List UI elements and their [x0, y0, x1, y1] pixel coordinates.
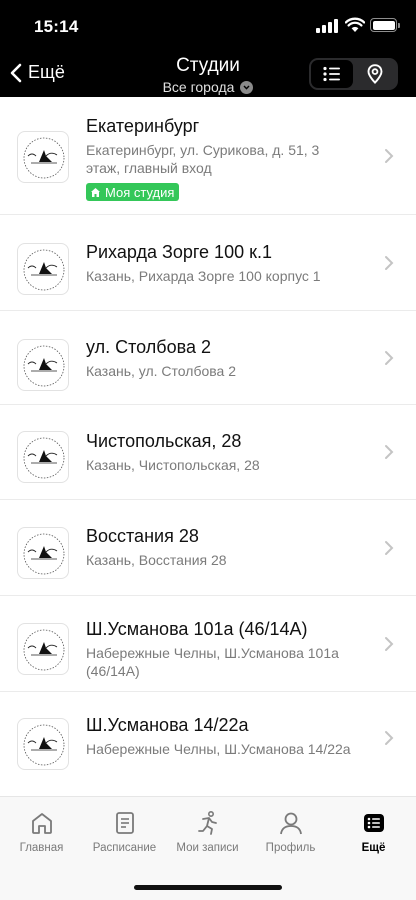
map-pin-icon: [367, 64, 383, 84]
studio-name: Ш.Усманова 101а (46/14А): [86, 619, 308, 639]
page-title: Студии: [176, 55, 240, 76]
studio-logo: [17, 243, 69, 295]
home-indicator: [134, 885, 282, 890]
studio-name: Ш.Усманова 14/22а: [86, 715, 249, 735]
tab-profile[interactable]: Профиль: [249, 809, 332, 854]
city-filter-label: Все города: [162, 79, 235, 95]
top-bar: 15:14 Ещё Студии Все города: [0, 0, 416, 97]
studio-info: Рихарда Зорге 100 к.1 Казань, Рихарда Зо…: [86, 241, 376, 285]
tab-label: Ещё: [361, 842, 386, 854]
tab-more[interactable]: Ещё: [332, 809, 415, 854]
studio-row[interactable]: Ш.Усманова 101а (46/14А) Набережные Челн…: [0, 596, 416, 692]
studio-name: ул. Столбова 2: [86, 337, 211, 357]
status-bar: 15:14: [0, 0, 416, 50]
schedule-icon: [115, 812, 134, 834]
list-view-button[interactable]: [311, 60, 353, 88]
list-icon: [323, 66, 340, 82]
studio-address: Екатеринбург, ул. Сурикова, д. 51, 3 этаж…: [86, 142, 320, 176]
studio-info: Ш.Усманова 101а (46/14А) Набережные Челн…: [86, 618, 376, 680]
tab-home[interactable]: Главная: [0, 809, 83, 854]
home-icon: [91, 187, 100, 197]
chevron-right-icon: [385, 351, 394, 365]
tab-my-bookings[interactable]: Мои записи: [166, 809, 249, 854]
tab-label: Мои записи: [176, 842, 239, 854]
title-block: Студии Все города: [108, 55, 308, 97]
view-mode-switch: [309, 58, 398, 90]
studio-address: Казань, Рихарда Зорге 100 корпус 1: [86, 268, 321, 284]
studio-name: Восстания 28: [86, 526, 199, 546]
studio-list: Екатеринбург Екатеринбург, ул. Сурикова,…: [0, 97, 416, 796]
studio-address: Казань, Чистопольская, 28: [86, 457, 260, 473]
studio-address: Набережные Челны, Ш.Усманова 101а (46/14А…: [86, 645, 339, 679]
studio-row[interactable]: Восстания 28 Казань, Восстания 28: [0, 500, 416, 596]
studio-row[interactable]: Екатеринбург Екатеринбург, ул. Сурикова,…: [0, 97, 416, 215]
home-icon: [31, 813, 52, 834]
back-button[interactable]: Ещё: [10, 62, 65, 83]
studio-address: Казань, ул. Столбова 2: [86, 363, 236, 379]
studio-info: Ш.Усманова 14/22а Набережные Челны, Ш.Ус…: [86, 714, 376, 758]
battery-icon: [370, 18, 400, 32]
chevron-right-icon: [385, 256, 394, 270]
studio-info: Чистопольская, 28 Казань, Чистопольская,…: [86, 430, 376, 474]
studio-logo: [17, 527, 69, 579]
studio-logo: [17, 431, 69, 483]
navigation-bar: Ещё Студии Все города: [0, 52, 416, 97]
cellular-signal-icon: [316, 19, 338, 33]
studio-address: Казань, Восстания 28: [86, 552, 227, 568]
studio-row[interactable]: Чистопольская, 28 Казань, Чистопольская,…: [0, 405, 416, 500]
profile-icon: [279, 812, 302, 835]
tab-label: Главная: [19, 842, 64, 854]
chevron-down-icon: [240, 80, 254, 94]
studio-logo: [17, 623, 69, 675]
chevron-right-icon: [385, 637, 394, 651]
studio-info: Восстания 28 Казань, Восстания 28: [86, 525, 376, 569]
my-studio-badge-label: Моя студия: [105, 184, 175, 200]
studio-row[interactable]: ул. Столбова 2 Казань, ул. Столбова 2: [0, 311, 416, 405]
studio-info: ул. Столбова 2 Казань, ул. Столбова 2: [86, 336, 376, 380]
tab-schedule[interactable]: Расписание: [83, 809, 166, 854]
status-time: 15:14: [34, 17, 79, 36]
tab-label: Расписание: [92, 842, 157, 854]
chevron-left-icon: [10, 63, 22, 82]
more-icon: [363, 814, 384, 832]
map-view-button[interactable]: [354, 60, 396, 88]
studio-logo: [17, 718, 69, 770]
bookings-icon: [197, 810, 217, 835]
studio-row[interactable]: Рихарда Зорге 100 к.1 Казань, Рихарда Зо…: [0, 215, 416, 311]
chevron-right-icon: [385, 731, 394, 745]
wifi-icon: [345, 17, 365, 32]
studio-name: Рихарда Зорге 100 к.1: [86, 242, 272, 262]
studio-row[interactable]: Ш.Усманова 14/22а Набережные Челны, Ш.Ус…: [0, 692, 416, 796]
studio-info: Екатеринбург Екатеринбург, ул. Сурикова,…: [86, 115, 376, 203]
chevron-right-icon: [385, 541, 394, 555]
city-filter-selector[interactable]: Все города: [163, 79, 254, 95]
my-studio-badge: Моя студия: [86, 183, 180, 201]
back-button-label: Ещё: [28, 62, 65, 82]
tab-label: Профиль: [265, 842, 316, 854]
studio-name: Екатеринбург: [86, 116, 200, 136]
studio-address: Набережные Челны, Ш.Усманова 14/22а: [86, 741, 351, 757]
studio-logo: [17, 131, 69, 183]
studio-name: Чистопольская, 28: [86, 431, 242, 451]
chevron-right-icon: [385, 445, 394, 459]
chevron-right-icon: [385, 149, 394, 163]
studio-logo: [17, 339, 69, 391]
